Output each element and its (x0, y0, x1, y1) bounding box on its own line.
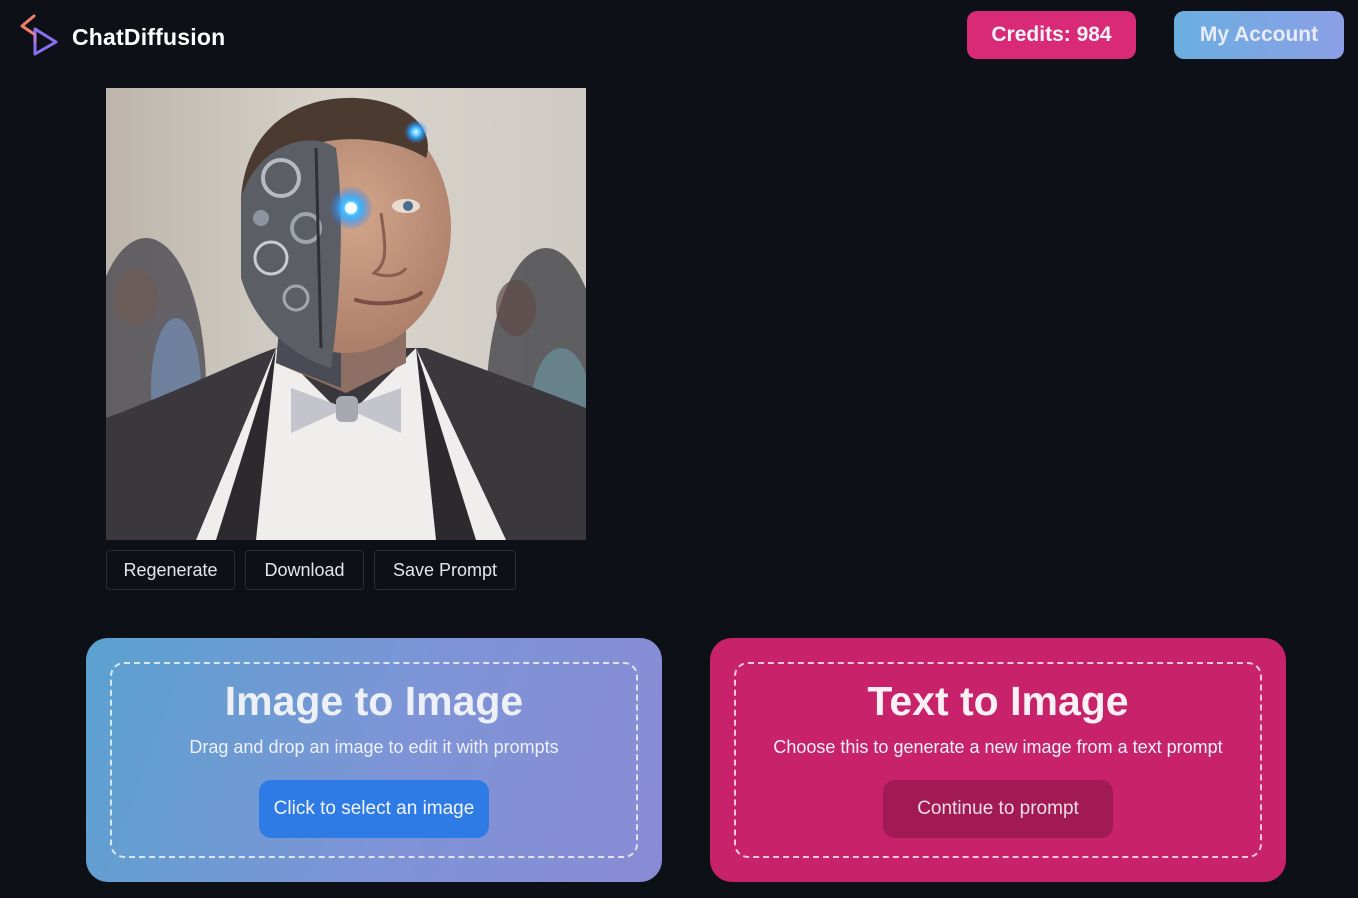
image-to-image-card[interactable]: Image to Image Drag and drop an image to… (86, 638, 662, 882)
text-to-image-card[interactable]: Text to Image Choose this to generate a … (710, 638, 1286, 882)
page: ChatDiffusion Credits: 984 My Account Re… (0, 0, 1358, 898)
image-to-image-subtitle: Drag and drop an image to edit it with p… (189, 737, 559, 757)
chatdiffusion-logo-icon (18, 12, 62, 63)
logo[interactable]: ChatDiffusion (18, 12, 225, 63)
generated-image (106, 88, 586, 540)
image-actions: Regenerate Download Save Prompt (106, 550, 516, 590)
save-prompt-button[interactable]: Save Prompt (374, 550, 516, 590)
credits-button[interactable]: Credits: 984 (967, 11, 1136, 59)
image-drop-zone[interactable]: Image to Image Drag and drop an image to… (110, 662, 638, 858)
text-to-image-zone: Text to Image Choose this to generate a … (734, 662, 1262, 858)
image-to-image-title: Image to Image (224, 678, 524, 724)
app-name: ChatDiffusion (72, 24, 226, 50)
download-button[interactable]: Download (245, 550, 364, 590)
continue-to-prompt-button[interactable]: Continue to prompt (883, 780, 1113, 838)
regenerate-button[interactable]: Regenerate (106, 550, 235, 590)
text-to-image-subtitle: Choose this to generate a new image from… (773, 737, 1223, 757)
select-image-button[interactable]: Click to select an image (259, 780, 489, 838)
my-account-button[interactable]: My Account (1174, 11, 1344, 59)
text-to-image-title: Text to Image (867, 678, 1129, 724)
